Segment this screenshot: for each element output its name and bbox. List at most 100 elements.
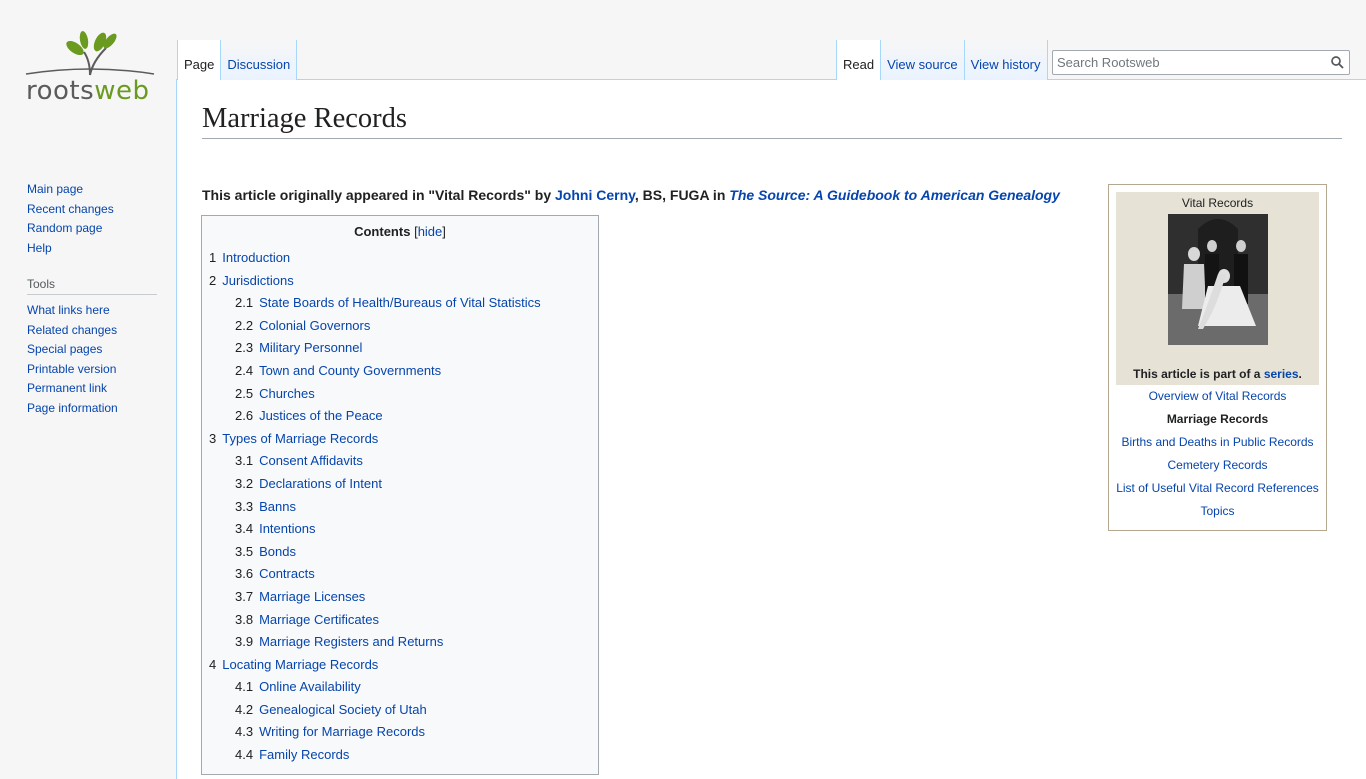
toc-link[interactable]: 2 Jurisdictions <box>209 273 294 288</box>
sidebar-item-help[interactable]: Help <box>27 241 52 255</box>
toc-link[interactable]: 3.9 Marriage Registers and Returns <box>235 634 443 649</box>
toc-title: Contents [hide] <box>209 224 591 239</box>
sidebar-item-related-changes[interactable]: Related changes <box>27 323 117 337</box>
tab-view-source-label[interactable]: View source <box>887 57 958 72</box>
toc-hide-toggle[interactable]: hide <box>418 224 443 239</box>
table-of-contents: Contents [hide] 1 Introduction 2 Jurisdicti… <box>201 215 599 775</box>
toc-label: Consent Affidavits <box>259 453 363 469</box>
toc-item: 2.3 Military Personnel <box>209 339 591 362</box>
infobox-link[interactable]: List of Useful Vital Record References <box>1116 481 1319 495</box>
view-tabs: Read View source View history <box>836 40 1048 80</box>
toc-link[interactable]: 3.1 Consent Affidavits <box>235 453 363 468</box>
toc-link[interactable]: 4 Locating Marriage Records <box>209 657 378 672</box>
toc-number: 3.4 <box>235 521 254 537</box>
toc-link[interactable]: 2.3 Military Personnel <box>235 340 362 355</box>
author-link[interactable]: Johni Cerny <box>555 187 635 203</box>
toc-link[interactable]: 2.2 Colonial Governors <box>235 318 370 333</box>
toc-item: 2.2 Colonial Governors <box>209 317 591 340</box>
sidebar-item-special-pages[interactable]: Special pages <box>27 342 102 356</box>
toc-link[interactable]: 3.2 Declarations of Intent <box>235 476 382 491</box>
search-input[interactable] <box>1053 51 1325 74</box>
toc-item: 4.1 Online Availability <box>209 678 591 701</box>
main-content: Marriage Records This article originally… <box>176 79 1366 779</box>
series-link[interactable]: series <box>1264 367 1299 381</box>
toc-number: 1 <box>209 250 217 265</box>
toc-label: Banns <box>259 498 296 514</box>
search-button[interactable] <box>1325 51 1349 74</box>
toc-link[interactable]: 2.6 Justices of the Peace <box>235 408 383 423</box>
toc-label: Colonial Governors <box>259 317 371 333</box>
toc-number: 4.1 <box>235 679 254 695</box>
intro-prefix: This article originally appeared in "Vit… <box>202 187 556 203</box>
tab-page[interactable]: Page <box>177 40 222 80</box>
toc-label: Justices of the Peace <box>259 408 383 424</box>
tab-discussion-label[interactable]: Discussion <box>227 57 290 72</box>
site-logo[interactable]: rootsweb <box>18 30 163 130</box>
series-prefix: This article is part of a <box>1133 367 1264 381</box>
toc-link[interactable]: 2.1 State Boards of Health/Bureaus of Vit… <box>235 295 541 310</box>
infobox-link-list: Overview of Vital Records Marriage Record… <box>1116 390 1319 528</box>
sidebar-item-page-information[interactable]: Page information <box>27 401 118 415</box>
navigation-portal: Main page Recent changes Random page Hel… <box>27 180 157 258</box>
toc-number: 2.2 <box>235 317 254 333</box>
toc-link[interactable]: 3 Types of Marriage Records <box>209 431 378 446</box>
toc-item: 3.4 Intentions <box>209 520 591 543</box>
wedding-photo-image[interactable] <box>1168 214 1268 345</box>
toc-link[interactable]: 2.4 Town and County Governments <box>235 363 441 378</box>
toc-label: Bonds <box>259 543 296 559</box>
toc-item: 2.4 Town and County Governments <box>209 362 591 385</box>
toc-number: 4.2 <box>235 701 254 717</box>
toc-item: 3 Types of Marriage Records <box>209 430 591 453</box>
toc-item: 3.3 Banns <box>209 498 591 521</box>
toc-number: 4.3 <box>235 724 254 740</box>
toc-label: State Boards of Health/Bureaus of Vital … <box>259 295 541 311</box>
toc-label: Contracts <box>259 566 315 582</box>
infobox-link[interactable]: Births and Deaths in Public Records <box>1121 435 1313 449</box>
toc-label: Introduction <box>222 250 291 265</box>
toc-label: Declarations of Intent <box>259 475 382 491</box>
toc-item: 3.9 Marriage Registers and Returns <box>209 633 591 656</box>
sidebar-item-random-page[interactable]: Random page <box>27 221 102 235</box>
toc-number: 3.7 <box>235 588 254 604</box>
toc-link[interactable]: 4.1 Online Availability <box>235 679 361 694</box>
toc-link[interactable]: 4.2 Genealogical Society of Utah <box>235 702 427 717</box>
toc-label: Types of Marriage Records <box>222 430 379 446</box>
tab-discussion[interactable]: Discussion <box>221 40 298 80</box>
toc-label: Family Records <box>259 747 350 763</box>
tab-view-history-label[interactable]: View history <box>971 57 1041 72</box>
tab-view-history[interactable]: View history <box>964 40 1048 80</box>
toc-link[interactable]: 3.3 Banns <box>235 499 296 514</box>
toc-link[interactable]: 3.6 Contracts <box>235 566 315 581</box>
infobox-link[interactable]: Cemetery Records <box>1167 458 1267 472</box>
sidebar-item-main-page[interactable]: Main page <box>27 182 83 196</box>
sidebar-item-recent-changes[interactable]: Recent changes <box>27 202 114 216</box>
sidebar: Main page Recent changes Random page Hel… <box>0 180 176 418</box>
toc-link[interactable]: 3.7 Marriage Licenses <box>235 589 365 604</box>
toc-item: 2.5 Churches <box>209 385 591 408</box>
toc-link[interactable]: 3.8 Marriage Certificates <box>235 612 379 627</box>
toc-number: 4.4 <box>235 747 254 763</box>
infobox-link[interactable]: Overview of Vital Records <box>1149 389 1287 403</box>
toc-list: 1 Introduction 2 Jurisdictions 2.1 State Boar… <box>209 249 591 769</box>
toc-item: 3.1 Consent Affidavits <box>209 452 591 475</box>
infobox-link-item: Marriage Records <box>1116 413 1319 436</box>
toc-link[interactable]: 1 Introduction <box>209 250 290 265</box>
toc-item: 3.2 Declarations of Intent <box>209 475 591 498</box>
tab-view-source[interactable]: View source <box>881 40 965 80</box>
infobox-link[interactable]: Topics <box>1200 504 1234 518</box>
infobox-link-item: Topics <box>1116 505 1319 528</box>
toc-link[interactable]: 3.5 Bonds <box>235 544 296 559</box>
sidebar-item-what-links-here[interactable]: What links here <box>27 303 110 317</box>
sidebar-item-printable-version[interactable]: Printable version <box>27 362 116 376</box>
series-suffix: . <box>1298 367 1302 381</box>
toc-link[interactable]: 4.3 Writing for Marriage Records <box>235 724 425 739</box>
infobox-title: Vital Records <box>1181 196 1254 210</box>
toc-number: 2.1 <box>235 295 254 311</box>
toc-link[interactable]: 3.4 Intentions <box>235 521 315 536</box>
book-link[interactable]: The Source: A Guidebook to American Gene… <box>729 187 1060 203</box>
sidebar-item-permanent-link[interactable]: Permanent link <box>27 381 107 395</box>
series-infobox: Vital Records This article is part of a … <box>1108 184 1327 531</box>
toc-link[interactable]: 2.5 Churches <box>235 386 315 401</box>
toc-link[interactable]: 4.4 Family Records <box>235 747 349 762</box>
tab-read[interactable]: Read <box>836 40 882 80</box>
